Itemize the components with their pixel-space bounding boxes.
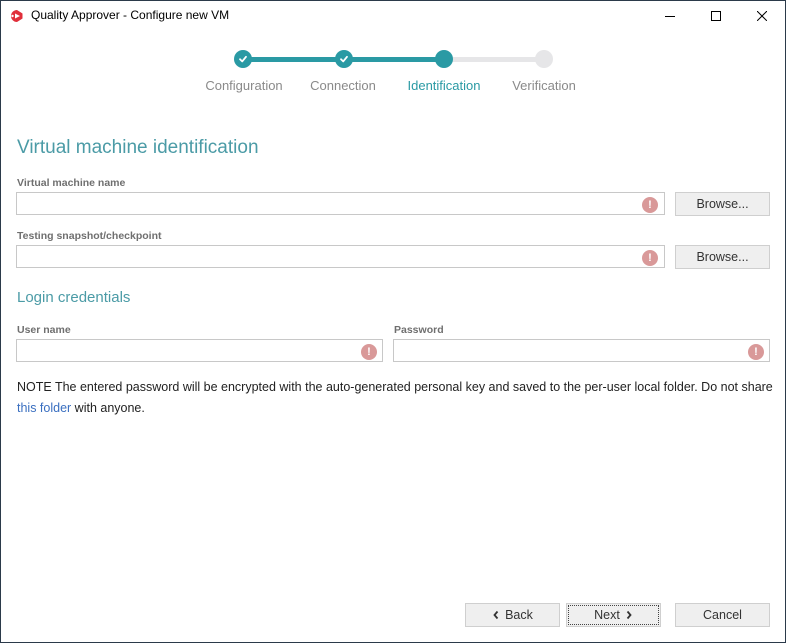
step-dot-configuration (234, 50, 252, 68)
username-input[interactable] (16, 339, 383, 362)
username-label: User name (17, 324, 71, 336)
step-dot-verification (535, 50, 553, 68)
snapshot-label: Testing snapshot/checkpoint (17, 230, 162, 242)
vm-name-input[interactable] (16, 192, 665, 215)
back-label: Back (505, 608, 533, 622)
title-bar[interactable]: Quality Approver - Configure new VM (1, 1, 785, 31)
cancel-button[interactable]: Cancel (675, 603, 770, 627)
chevron-left-icon (493, 610, 499, 620)
snapshot-browse-button[interactable]: Browse... (675, 245, 770, 269)
step-label-connection: Connection (310, 78, 376, 93)
vm-name-browse-button[interactable]: Browse... (675, 192, 770, 216)
maximize-icon (711, 11, 721, 21)
encryption-note: NOTE The entered password will be encryp… (17, 377, 777, 419)
step-connector-1 (243, 57, 344, 62)
chevron-right-icon (626, 610, 632, 620)
snapshot-input[interactable] (16, 245, 665, 268)
window-title: Quality Approver - Configure new VM (31, 8, 230, 22)
checkmark-icon (340, 55, 348, 63)
step-label-identification: Identification (407, 78, 481, 93)
next-label: Next (594, 608, 620, 622)
step-label-configuration: Configuration (205, 78, 283, 93)
username-error-icon: ! (361, 344, 377, 360)
close-icon (757, 11, 767, 21)
note-text-prefix: NOTE The entered password will be encryp… (17, 380, 773, 394)
step-dot-identification (435, 50, 453, 68)
note-text-suffix: with anyone. (71, 401, 145, 415)
this-folder-link[interactable]: this folder (17, 401, 71, 415)
maximize-button[interactable] (693, 1, 739, 31)
quality-approver-logo-icon (11, 10, 23, 22)
vm-name-label: Virtual machine name (17, 177, 126, 189)
password-error-icon: ! (748, 344, 764, 360)
back-button[interactable]: Back (465, 603, 560, 627)
step-label-verification: Verification (512, 78, 576, 93)
password-label: Password (394, 324, 444, 336)
checkmark-icon (239, 55, 247, 63)
section-heading-identification: Virtual machine identification (17, 137, 259, 158)
vm-name-error-icon: ! (642, 197, 658, 213)
step-connector-3 (444, 57, 544, 62)
section-heading-credentials: Login credentials (17, 289, 131, 306)
close-button[interactable] (739, 1, 785, 31)
minimize-icon (665, 16, 675, 17)
minimize-button[interactable] (647, 1, 693, 31)
snapshot-error-icon: ! (642, 250, 658, 266)
wizard-window: Quality Approver - Configure new VM Conf… (0, 0, 786, 643)
step-dot-connection (335, 50, 353, 68)
next-button[interactable]: Next (566, 603, 661, 627)
password-input[interactable] (393, 339, 770, 362)
step-connector-2 (344, 57, 444, 62)
